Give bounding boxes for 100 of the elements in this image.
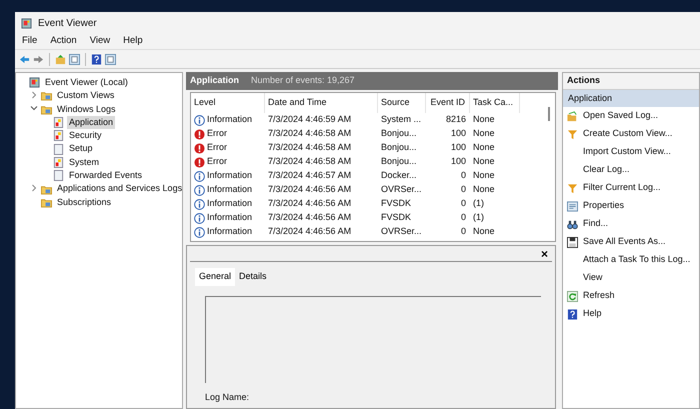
table-cell: 100: [450, 142, 466, 152]
tree-item[interactable]: Applications and Services Logs: [55, 182, 184, 196]
menu-item[interactable]: View: [90, 34, 110, 49]
action-link[interactable]: Find...: [583, 217, 608, 231]
table-cell: None: [473, 128, 495, 138]
table-cell: 7/3/2024 4:46:56 AM: [268, 184, 352, 194]
tab[interactable]: Details: [235, 268, 271, 286]
table-cell-text: Error: [207, 141, 227, 154]
table-cell: None: [473, 114, 495, 124]
action-link[interactable]: Help: [583, 307, 602, 321]
app-icon: [21, 18, 32, 28]
folder-icon: [41, 196, 52, 208]
tree-item[interactable]: Setup: [67, 142, 95, 156]
error-icon: [194, 156, 205, 168]
column-header[interactable]: Event ID: [430, 96, 465, 110]
column-header[interactable]: Level: [194, 96, 216, 110]
table-cell: 7/3/2024 4:46:59 AM: [268, 114, 352, 124]
table-cell: 8216: [446, 114, 466, 124]
column-header[interactable]: Source: [381, 96, 410, 110]
table-cell-text: Information: [207, 211, 252, 224]
tree-item[interactable]: System: [67, 156, 102, 170]
help-icon[interactable]: [91, 54, 102, 64]
column-header[interactable]: Task Ca...: [473, 96, 514, 110]
table-cell: 0: [460, 170, 466, 180]
action-link[interactable]: Clear Log...: [583, 163, 630, 177]
table-cell: (1): [473, 198, 484, 208]
table-cell-text: Information: [207, 197, 252, 210]
table-cell: 7/3/2024 4:46:58 AM: [268, 128, 352, 138]
table-cell: OVRSer...: [381, 226, 422, 236]
action-link[interactable]: Import Custom View...: [583, 145, 671, 159]
info-icon: [194, 184, 205, 196]
table-cell: FVSDK: [381, 212, 412, 222]
actions-header: Actions: [563, 73, 699, 90]
tree-item[interactable]: Forwarded Events: [67, 168, 144, 182]
menu-item[interactable]: File: [22, 34, 38, 49]
log-viewer-icon: [29, 77, 40, 88]
info-icon: [194, 198, 205, 210]
back-arrow-icon[interactable]: [19, 54, 30, 64]
window-title: Event Viewer: [38, 16, 97, 30]
table-cell-text: Information: [207, 113, 252, 126]
log-icon: [53, 156, 64, 168]
table-cell: None: [473, 226, 495, 236]
action-link[interactable]: View: [583, 271, 602, 285]
table-cell: System ...: [381, 114, 422, 124]
tree-item[interactable]: Event Viewer (Local): [43, 76, 130, 90]
folder-icon: [41, 184, 52, 195]
column-header[interactable]: Date and Time: [268, 96, 327, 110]
info-icon: [194, 170, 205, 182]
table-cell: Bonjou...: [381, 156, 417, 166]
menu-item[interactable]: Help: [123, 34, 143, 49]
action-link[interactable]: Save All Events As...: [583, 235, 666, 249]
close-button[interactable]: ×: [536, 248, 552, 260]
tree-item[interactable]: Windows Logs: [55, 102, 118, 116]
action-link[interactable]: Attach a Task To this Log...: [583, 253, 690, 267]
table-cell-text: Information: [207, 169, 252, 182]
log-title: Application: [190, 74, 239, 88]
table-cell: 7/3/2024 4:46:56 AM: [268, 198, 352, 208]
table-cell: 0: [460, 198, 466, 208]
save-icon: [567, 236, 578, 248]
panel-icon[interactable]: [69, 54, 80, 64]
tree-item[interactable]: Application: [67, 116, 116, 130]
properties-icon: [567, 200, 578, 212]
table-cell: OVRSer...: [381, 184, 422, 194]
forward-arrow-icon[interactable]: [33, 54, 44, 64]
table-cell: 7/3/2024 4:46:58 AM: [268, 142, 352, 152]
action-link[interactable]: Properties: [583, 199, 624, 213]
table-cell: 0: [460, 184, 466, 194]
table-cell: Docker...: [381, 170, 417, 180]
table-cell: (1): [473, 212, 484, 222]
actions-section[interactable]: Application: [563, 90, 699, 107]
tab[interactable]: General: [195, 268, 236, 286]
log-icon: [53, 170, 64, 182]
menu-item[interactable]: Action: [50, 34, 77, 49]
action-link[interactable]: Filter Current Log...: [583, 181, 661, 195]
table-cell: FVSDK: [381, 198, 412, 208]
tree-item[interactable]: Security: [67, 129, 104, 143]
scrollbar-thumb[interactable]: [548, 107, 550, 121]
table-cell: 7/3/2024 4:46:56 AM: [268, 226, 352, 236]
tree-item[interactable]: Subscriptions: [55, 196, 114, 210]
table-cell: None: [473, 170, 495, 180]
table-cell: Bonjou...: [381, 142, 417, 152]
table-cell: Bonjou...: [381, 128, 417, 138]
table-cell-text: Information: [207, 225, 252, 238]
filter-icon: [567, 128, 578, 140]
filter-icon: [567, 182, 578, 194]
table-cell: 7/3/2024 4:46:57 AM: [268, 170, 352, 180]
log-icon: [53, 117, 64, 128]
action-link[interactable]: Open Saved Log...: [583, 109, 658, 123]
binoculars-icon: [567, 218, 578, 230]
action-link[interactable]: Refresh: [583, 289, 615, 303]
error-icon: [194, 142, 205, 154]
action-link[interactable]: Create Custom View...: [583, 127, 672, 141]
folder-icon[interactable]: [55, 54, 66, 64]
table-cell: 0: [460, 212, 466, 222]
tree-item[interactable]: Custom Views: [55, 89, 116, 103]
info-icon: [194, 226, 205, 238]
table-cell: 100: [450, 128, 466, 138]
info-icon: [194, 114, 205, 126]
panel-icon[interactable]: [105, 54, 116, 64]
table-cell-text: Information: [207, 183, 252, 196]
